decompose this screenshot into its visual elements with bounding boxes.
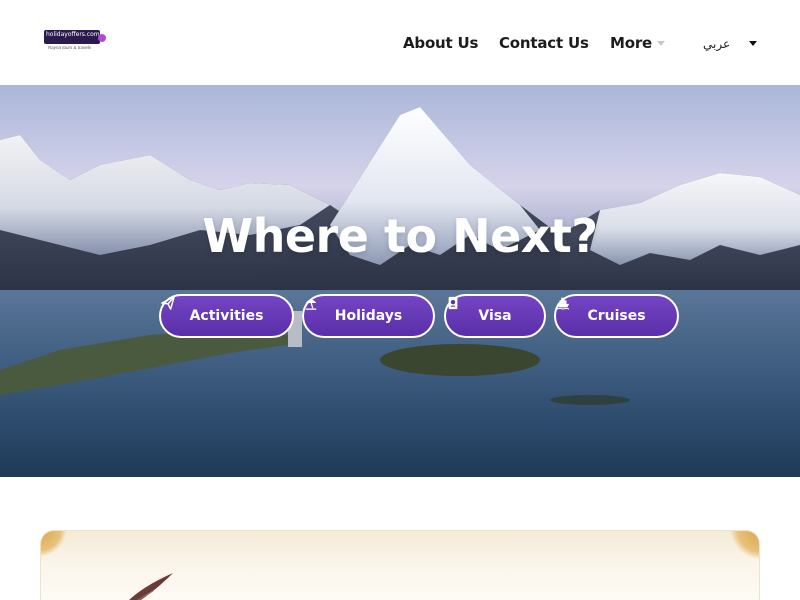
card-corner-decoration <box>41 531 67 557</box>
language-caret-icon[interactable] <box>749 41 757 46</box>
category-label: Visa <box>478 308 512 324</box>
nav-more[interactable]: More <box>610 34 652 52</box>
passport-icon <box>448 296 458 310</box>
logo-badge: holidayoffers.com <box>44 30 100 44</box>
nav-about-us[interactable]: About Us <box>403 34 478 52</box>
category-holidays-button[interactable]: Holidays <box>302 294 435 338</box>
language-selector[interactable]: عربي <box>703 37 730 51</box>
category-label: Holidays <box>334 308 403 324</box>
category-visa-button[interactable]: Visa <box>444 294 546 338</box>
paper-plane-icon <box>161 296 175 310</box>
logo-tagline: Rayna tours & travels <box>48 45 92 50</box>
category-label: Cruises <box>587 308 646 324</box>
logo-text: holidayoffers.com <box>46 31 100 38</box>
category-cruises-button[interactable]: Cruises <box>554 294 679 338</box>
card-corner-decoration <box>731 531 759 559</box>
site-header: holidayoffers.com Rayna tours & travels … <box>0 0 800 85</box>
category-activities-button[interactable]: Activities <box>159 294 294 338</box>
brush-stroke-decoration <box>129 573 173 600</box>
promo-card[interactable] <box>40 530 760 600</box>
ship-icon <box>556 297 570 310</box>
hero-title: Where to Next? <box>202 209 598 263</box>
category-label: Activities <box>189 308 264 324</box>
site-logo[interactable]: holidayoffers.com Rayna tours & travels <box>44 30 106 54</box>
nav-contact-us[interactable]: Contact Us <box>499 34 589 52</box>
chevron-down-icon[interactable] <box>657 41 665 46</box>
hero-background-image <box>0 107 800 477</box>
logo-accent-dot <box>98 34 106 42</box>
beach-umbrella-icon <box>305 299 317 310</box>
hero-banner: Where to Next? Activities Holidays Visa … <box>0 85 800 477</box>
